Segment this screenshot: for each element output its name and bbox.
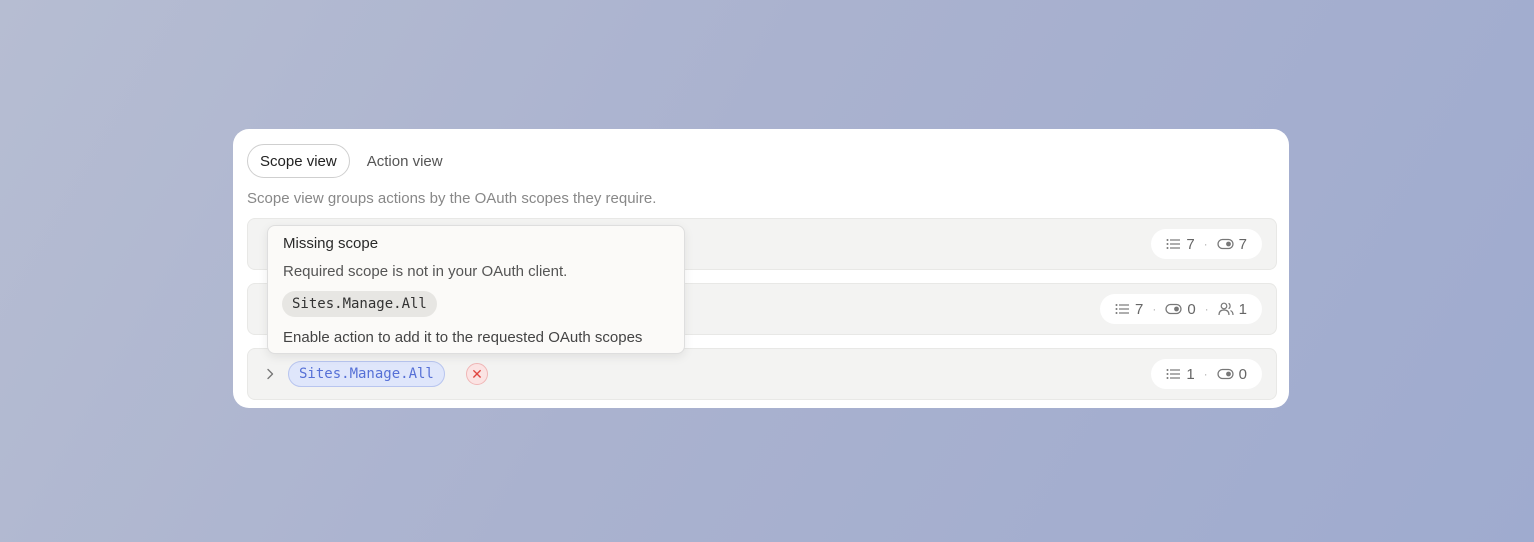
- toggle-icon: [1217, 238, 1234, 250]
- enabled-count: 0: [1165, 301, 1196, 318]
- actions-count: 7: [1115, 301, 1143, 318]
- scope-stats: 7 · 7: [1151, 229, 1262, 259]
- scope-stats: 1 · 0: [1151, 359, 1262, 389]
- chevron-right-icon[interactable]: [262, 363, 278, 385]
- list-icon: [1166, 239, 1181, 249]
- actions-count: 7: [1166, 236, 1195, 253]
- users-icon: [1218, 302, 1234, 316]
- stat-separator: ·: [1203, 237, 1208, 251]
- tab-action-view[interactable]: Action view: [355, 144, 455, 178]
- view-tabs: Scope view Action view: [247, 144, 455, 178]
- toggle-icon: [1165, 303, 1182, 315]
- tab-scope-view[interactable]: Scope view: [247, 144, 350, 178]
- scope-chip[interactable]: Sites.Manage.All: [288, 361, 445, 387]
- stat-separator: ·: [1204, 302, 1209, 316]
- stat-separator: ·: [1152, 302, 1157, 316]
- missing-scope-tooltip: Missing scope Required scope is not in y…: [267, 225, 685, 354]
- tooltip-action-text: Enable action to add it to the requested…: [283, 329, 643, 346]
- actions-count: 1: [1166, 366, 1195, 383]
- enabled-count: 0: [1217, 366, 1247, 383]
- scope-row[interactable]: Sites.Manage.All ✕ 1 · 0: [247, 348, 1277, 400]
- stat-separator: ·: [1203, 367, 1208, 381]
- view-description: Scope view groups actions by the OAuth s…: [247, 190, 657, 207]
- list-icon: [1115, 304, 1129, 314]
- toggle-icon: [1217, 368, 1234, 380]
- tooltip-subtitle: Required scope is not in your OAuth clie…: [283, 263, 568, 280]
- x-circle-icon[interactable]: ✕: [466, 363, 488, 385]
- enabled-count: 7: [1217, 236, 1247, 253]
- list-icon: [1166, 369, 1181, 379]
- tooltip-title: Missing scope: [283, 235, 379, 252]
- tooltip-scope-code: Sites.Manage.All: [282, 291, 437, 317]
- scope-stats: 7 · 0 · 1: [1099, 294, 1262, 324]
- users-count: 1: [1218, 301, 1247, 318]
